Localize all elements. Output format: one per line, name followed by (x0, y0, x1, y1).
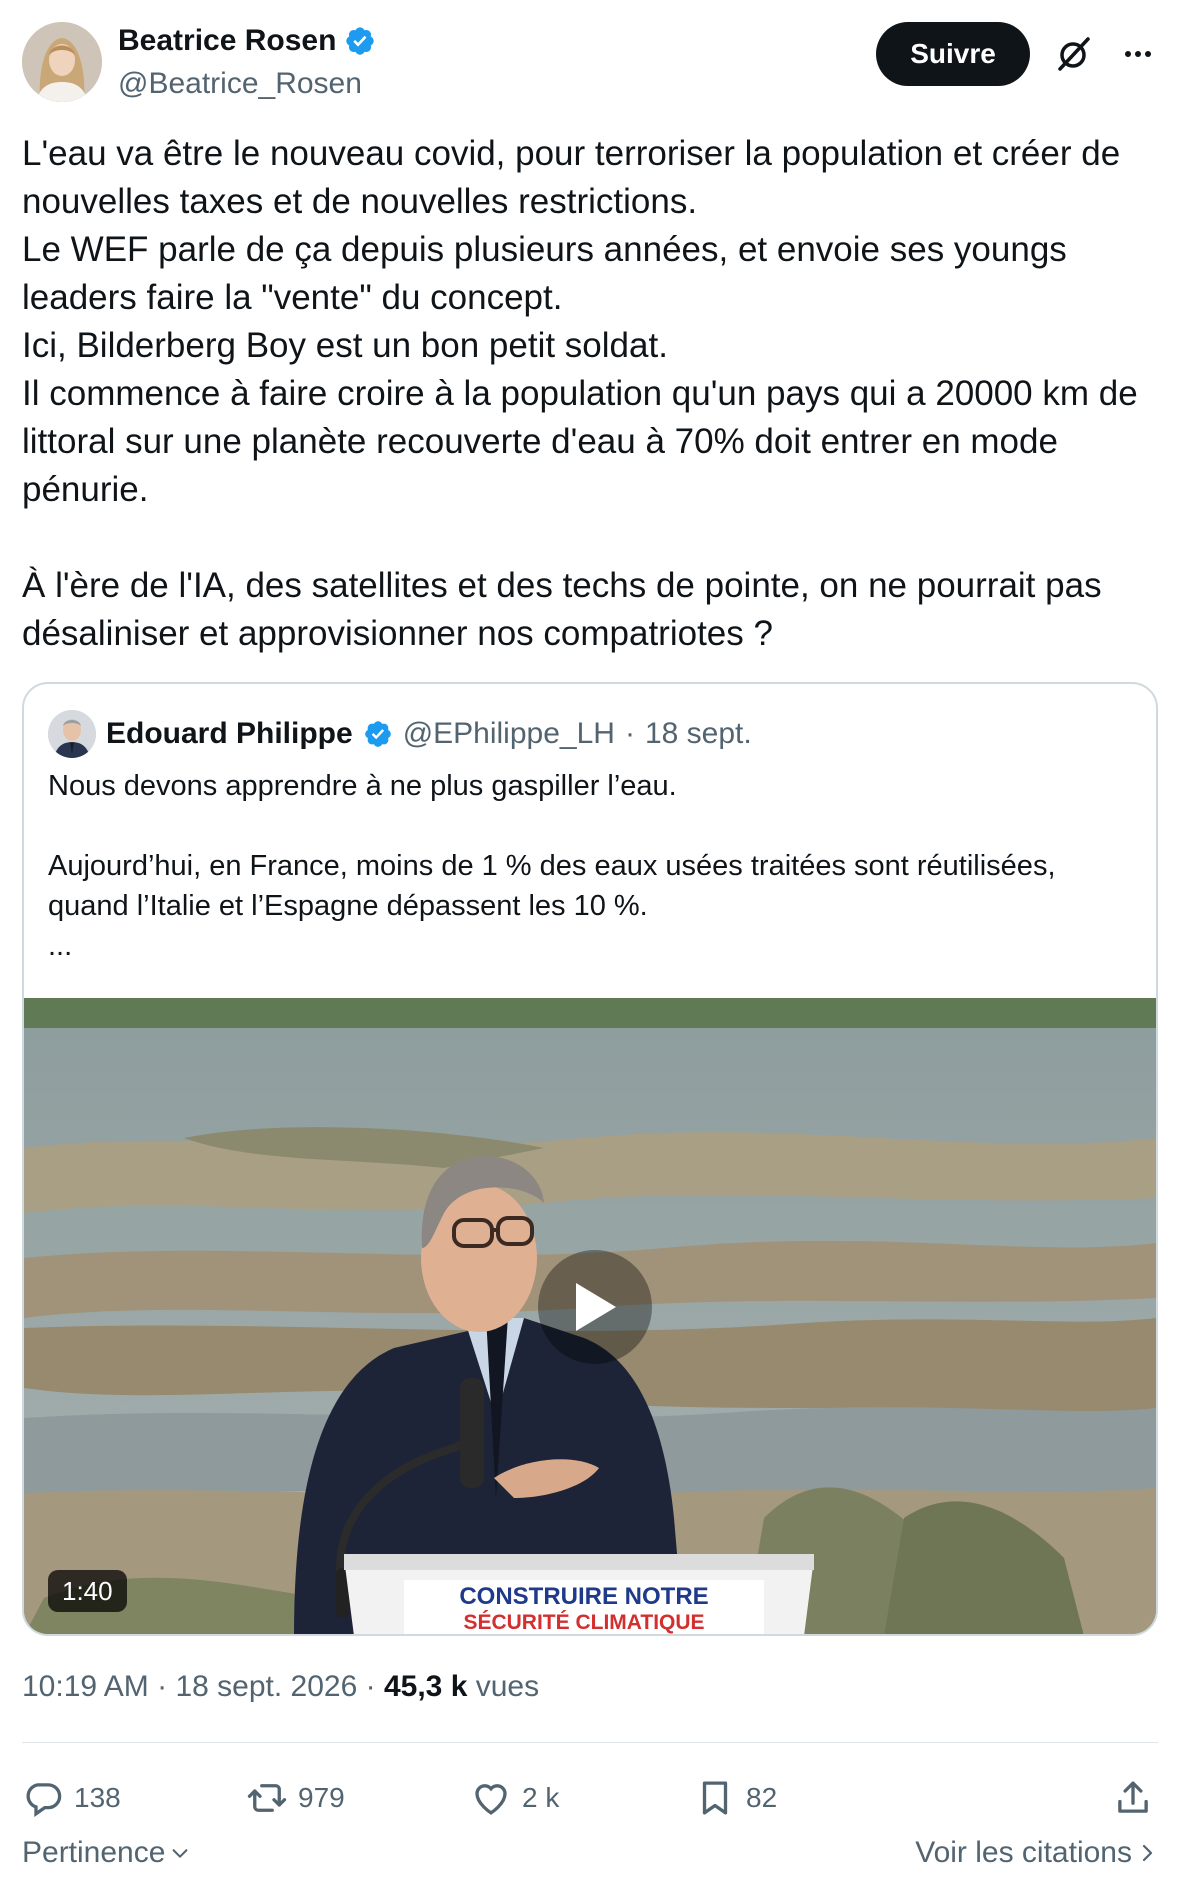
reply-icon (26, 1783, 62, 1817)
author-name[interactable]: Beatrice Rosen (118, 24, 376, 58)
reply-button[interactable]: 138 (22, 1770, 121, 1826)
bookmark-icon (702, 1781, 728, 1815)
quoted-line: Nous devons apprendre à ne plus gaspille… (48, 770, 677, 802)
grok-icon[interactable] (1054, 34, 1094, 74)
action-bar: 138 979 2 k 82 (22, 1770, 1158, 1826)
post-line: L'eau va être le nouveau covid, pour ter… (22, 134, 1121, 221)
post-line: À l'ère de l'IA, des satellites et des t… (22, 566, 1102, 653)
author-handle[interactable]: @Beatrice_Rosen (118, 67, 362, 101)
more-icon[interactable] (1118, 34, 1158, 74)
chevron-down-icon (173, 1849, 188, 1858)
post-meta: 10:19 AM · 18 sept. 2026 · 45,3 k vues (22, 1670, 539, 1704)
quoted-tweet-header: Edouard Philippe @EPhilippe_LH · 18 sept… (48, 710, 752, 758)
author-avatar[interactable] (22, 22, 102, 102)
bookmark-count: 82 (746, 1782, 778, 1813)
meta-separator: · (157, 1670, 168, 1703)
reply-count: 138 (74, 1782, 121, 1813)
post-time[interactable]: 10:19 AM (22, 1670, 149, 1703)
podium-text-line1: CONSTRUIRE NOTRE (459, 1583, 708, 1610)
quoted-tweet[interactable]: Edouard Philippe @EPhilippe_LH · 18 sept… (22, 682, 1158, 1636)
play-icon (576, 1283, 616, 1331)
views-label: vues (475, 1670, 540, 1703)
chevron-right-icon (1142, 1844, 1153, 1862)
repost-icon (247, 1784, 287, 1812)
post-header: Beatrice Rosen @Beatrice_Rosen Suivre (22, 20, 1158, 104)
like-icon (475, 1784, 507, 1815)
like-button[interactable]: 2 k (470, 1770, 559, 1826)
follow-button[interactable]: Suivre (876, 22, 1030, 86)
post-line: Il commence à faire croire à la populati… (22, 374, 1138, 509)
post-text: L'eau va être le nouveau covid, pour ter… (22, 130, 1158, 658)
meta-separator: · (365, 1670, 376, 1703)
repost-count: 979 (298, 1782, 345, 1813)
quoted-line (48, 806, 1138, 846)
podium-text-line2: SÉCURITÉ CLIMATIQUE (463, 1611, 704, 1634)
post-line: Le WEF parle de ça depuis plusieurs anné… (22, 230, 1067, 317)
author-name-text[interactable]: Beatrice Rosen (118, 24, 336, 58)
quoted-text: Nous devons apprendre à ne plus gaspille… (48, 766, 1138, 966)
post-line (22, 514, 1158, 562)
divider (22, 1742, 1158, 1743)
quoted-line: Aujourd’hui, en France, moins de 1 % des… (48, 850, 1056, 922)
share-button[interactable] (1112, 1770, 1154, 1826)
video-player[interactable]: CONSTRUIRE NOTRE SÉCURITÉ CLIMATIQUE 1:4… (24, 998, 1156, 1634)
sort-label: Pertinence (22, 1836, 166, 1869)
post-line: Ici, Bilderberg Boy est un bon petit sol… (22, 326, 668, 365)
quoted-author-avatar[interactable] (48, 710, 96, 758)
bookmark-button[interactable]: 82 (694, 1770, 777, 1826)
verified-badge-icon (346, 27, 375, 55)
like-count: 2 k (522, 1782, 560, 1813)
repost-button[interactable]: 979 (246, 1770, 345, 1826)
quoted-author-name[interactable]: Edouard Philippe (106, 717, 353, 751)
view-quotes-link[interactable]: Voir les citations (915, 1836, 1158, 1870)
sort-selector[interactable]: Pertinence (22, 1836, 191, 1870)
video-duration: 1:40 (48, 1570, 127, 1612)
verified-badge-icon (364, 721, 391, 747)
quoted-date[interactable]: 18 sept. (645, 717, 752, 751)
play-button[interactable] (538, 1250, 652, 1364)
quoted-line: ... (48, 930, 73, 962)
share-icon (1118, 1781, 1148, 1813)
post-date[interactable]: 18 sept. 2026 (175, 1670, 357, 1703)
quoted-separator: · (624, 717, 635, 750)
views-count: 45,3 k (383, 1670, 468, 1703)
view-quotes-label: Voir les citations (915, 1836, 1132, 1869)
quoted-author-handle[interactable]: @EPhilippe_LH (403, 717, 615, 751)
